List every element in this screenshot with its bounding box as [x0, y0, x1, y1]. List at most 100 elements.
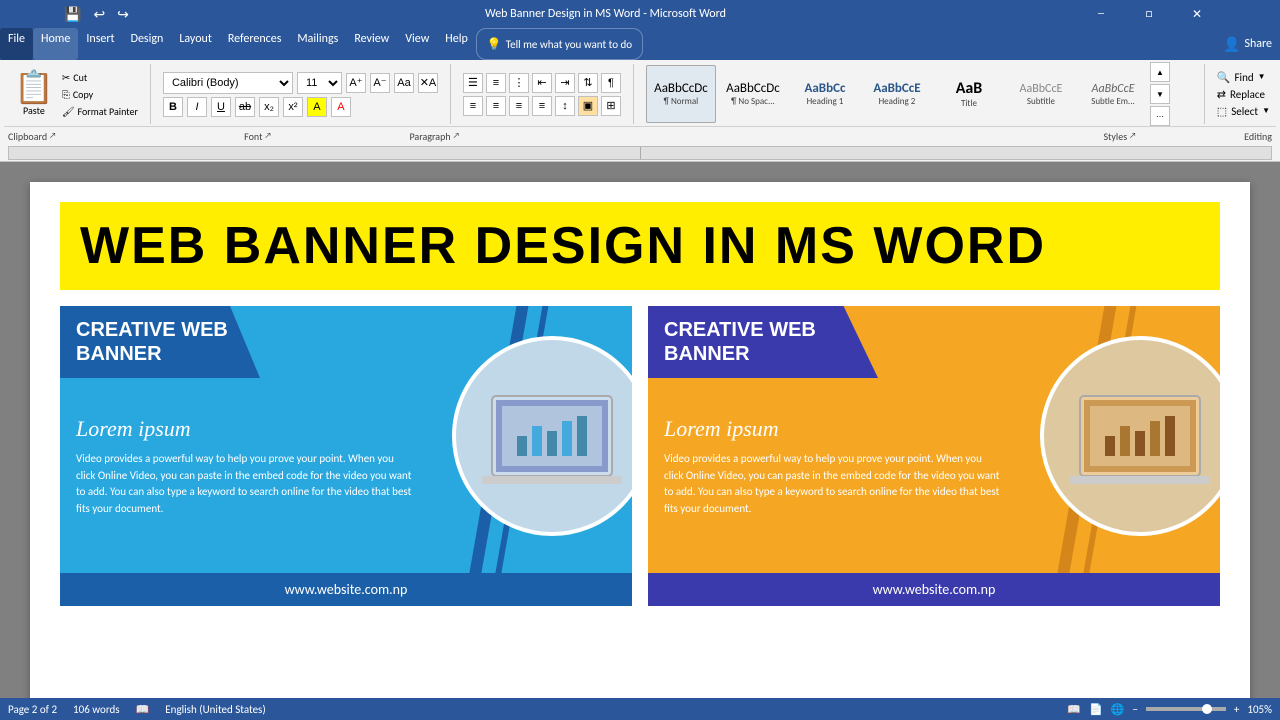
banner-blue-title-line1: CREATIVE WEB	[76, 318, 244, 342]
menu-help[interactable]: Help	[437, 28, 476, 60]
styles-down-btn[interactable]: ▼	[1150, 84, 1170, 104]
page-info: Page 2 of 2	[8, 703, 57, 716]
maximize-btn[interactable]: □	[1126, 0, 1172, 28]
font-label[interactable]: Font ↗	[240, 130, 275, 143]
font-row1: Calibri (Body) 11 A⁺ A⁻ Aa ✕A	[163, 72, 438, 94]
grow-font-btn[interactable]: A⁺	[346, 73, 366, 93]
menu-references[interactable]: References	[220, 28, 290, 60]
banner-orange-body: Video provides a powerful way to help yo…	[664, 451, 1000, 517]
font-family-select[interactable]: Calibri (Body)	[163, 72, 293, 94]
style-heading2[interactable]: AaBbCcE Heading 2	[862, 65, 932, 123]
cut-btn[interactable]: ✂ Cut	[62, 71, 138, 84]
copy-btn[interactable]: ⎘ Copy	[62, 88, 138, 101]
style-subtle-label: Subtle Em...	[1091, 96, 1135, 107]
underline-btn[interactable]: U	[211, 97, 231, 117]
menu-layout[interactable]: Layout	[171, 28, 220, 60]
title-bar: 💾 ↩ ↪ Web Banner Design in MS Word - Mic…	[0, 0, 1280, 28]
banner-blue-body: Video provides a powerful way to help yo…	[76, 451, 412, 517]
style-subtitle[interactable]: AaBbCcE Subtitle	[1006, 65, 1076, 123]
styles-more-btn[interactable]: ⋯	[1150, 106, 1170, 126]
subscript-btn[interactable]: x₂	[259, 97, 279, 117]
style-title-label: Title	[961, 98, 977, 109]
decrease-indent-btn[interactable]: ⇤	[532, 73, 552, 93]
show-marks-btn[interactable]: ¶	[601, 73, 621, 93]
banner-blue-title-box: CREATIVE WEB BANNER	[60, 306, 260, 378]
shading-btn[interactable]: ▣	[578, 96, 598, 116]
align-left-btn[interactable]: ≡	[463, 96, 483, 116]
style-no-space-label: ¶ No Spac...	[731, 96, 775, 107]
menu-file[interactable]: File	[0, 28, 33, 60]
replace-btn[interactable]: ⇄ Replace	[1217, 88, 1270, 101]
style-heading1[interactable]: AaBbCc Heading 1	[790, 65, 860, 123]
justify-btn[interactable]: ≡	[532, 96, 552, 116]
italic-btn[interactable]: I	[187, 97, 207, 117]
text-highlight-btn[interactable]: A	[307, 97, 327, 117]
align-right-btn[interactable]: ≡	[509, 96, 529, 116]
menu-view[interactable]: View	[397, 28, 437, 60]
menu-home[interactable]: Home	[33, 28, 78, 60]
shrink-font-btn[interactable]: A⁻	[370, 73, 390, 93]
redo-quick-btn[interactable]: ↪	[113, 4, 133, 25]
styles-label[interactable]: Styles ↗	[1099, 130, 1140, 143]
read-mode-icon[interactable]: 📖	[1067, 703, 1081, 716]
zoom-in-btn[interactable]: +	[1234, 703, 1239, 716]
style-h2-preview: AaBbCcE	[873, 81, 920, 96]
font-group: Calibri (Body) 11 A⁺ A⁻ Aa ✕A B I U ab x…	[157, 72, 444, 117]
line-spacing-btn[interactable]: ↕	[555, 96, 575, 116]
style-no-space[interactable]: AaBbCcDc ¶ No Spac...	[718, 65, 788, 123]
undo-quick-btn[interactable]: ↩	[89, 4, 109, 25]
proofing-icon[interactable]: 📖	[136, 703, 150, 716]
numbering-btn[interactable]: ≡	[486, 73, 506, 93]
divider-1	[150, 64, 151, 124]
menu-insert[interactable]: Insert	[78, 28, 122, 60]
find-icon: 🔍	[1217, 71, 1231, 84]
ribbon: 📋 Paste ✂ Cut ⎘ Copy 🖌 Format Painter	[0, 60, 1280, 144]
divider-4	[1204, 64, 1205, 124]
editing-group: 🔍 Find ▼ ⇄ Replace ⬚ Select ▼	[1211, 71, 1276, 118]
zoom-slider[interactable]	[1146, 707, 1226, 711]
styles-up-btn[interactable]: ▲	[1150, 62, 1170, 82]
paragraph-label[interactable]: Paragraph ↗	[405, 130, 463, 143]
bullets-btn[interactable]: ☰	[463, 73, 483, 93]
menu-mailings[interactable]: Mailings	[289, 28, 346, 60]
language[interactable]: English (United States)	[165, 703, 265, 716]
select-btn[interactable]: ⬚ Select ▼	[1217, 105, 1270, 118]
font-expand-icon: ↗	[264, 131, 271, 141]
close-btn[interactable]: ✕	[1174, 0, 1220, 28]
style-subtitle-label: Subtitle	[1027, 96, 1055, 107]
zoom-out-btn[interactable]: −	[1132, 703, 1137, 716]
para-row2: ≡ ≡ ≡ ≡ ↕ ▣ ⊞	[463, 96, 621, 116]
menu-design[interactable]: Design	[123, 28, 172, 60]
print-layout-icon[interactable]: 📄	[1089, 703, 1103, 716]
strikethrough-btn[interactable]: ab	[235, 97, 255, 117]
style-title[interactable]: AaB Title	[934, 65, 1004, 123]
align-center-btn[interactable]: ≡	[486, 96, 506, 116]
change-case-btn[interactable]: Aa	[394, 73, 414, 93]
increase-indent-btn[interactable]: ⇥	[555, 73, 575, 93]
superscript-btn[interactable]: x²	[283, 97, 303, 117]
sort-btn[interactable]: ⇅	[578, 73, 598, 93]
clipboard-label[interactable]: Clipboard ↗	[4, 130, 60, 143]
web-view-icon[interactable]: 🌐	[1111, 703, 1125, 716]
style-h2-label: Heading 2	[879, 96, 916, 107]
bold-btn[interactable]: B	[163, 97, 183, 117]
style-normal[interactable]: AaBbCcDc ¶ Normal	[646, 65, 716, 123]
style-subtle-em[interactable]: AaBbCcE Subtle Em...	[1078, 65, 1148, 123]
document-area[interactable]: WEB BANNER DESIGN IN MS WORD CREATIVE WE…	[0, 162, 1280, 720]
borders-btn[interactable]: ⊞	[601, 96, 621, 116]
tell-me-box[interactable]: 💡 Tell me what you want to do	[476, 28, 643, 60]
tell-me-text: Tell me what you want to do	[506, 38, 632, 51]
format-painter-btn[interactable]: 🖌 Format Painter	[62, 105, 138, 118]
multilevel-btn[interactable]: ⋮	[509, 73, 529, 93]
minimize-btn[interactable]: ─	[1078, 0, 1124, 28]
window-controls: ─ □ ✕	[1078, 0, 1220, 28]
share-btn[interactable]: Share	[1244, 37, 1272, 51]
font-color-btn[interactable]: A	[331, 97, 351, 117]
find-btn[interactable]: 🔍 Find ▼	[1217, 71, 1270, 84]
clear-format-btn[interactable]: ✕A	[418, 73, 438, 93]
save-quick-btn[interactable]: 💾	[60, 4, 85, 25]
font-size-select[interactable]: 11	[297, 72, 342, 94]
menu-review[interactable]: Review	[346, 28, 397, 60]
paste-btn[interactable]: 📋 Paste	[10, 68, 58, 121]
zoom-level[interactable]: 105%	[1247, 703, 1272, 716]
